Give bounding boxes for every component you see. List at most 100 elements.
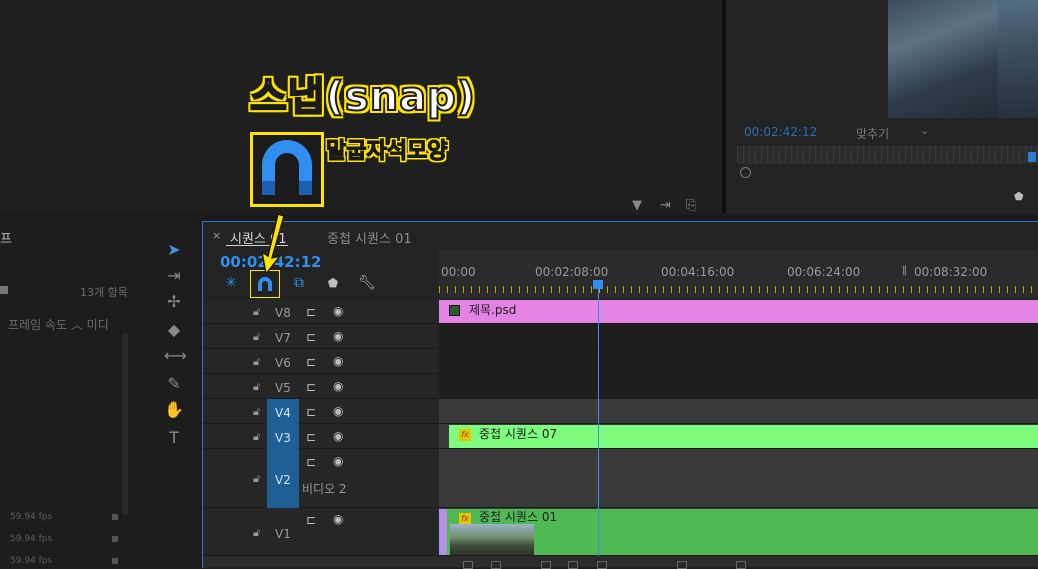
clip-label: 중첩 시퀀스 07 [479, 427, 558, 441]
fps-value: 59.94 fps [10, 534, 53, 544]
sync-lock-icon[interactable]: ⊏ [306, 305, 316, 319]
track-header-v7[interactable] [203, 324, 439, 349]
playhead-handle[interactable] [593, 280, 603, 289]
sync-lock-icon[interactable]: ⊏ [306, 455, 316, 469]
track-button[interactable] [568, 561, 578, 569]
program-playhead-marker[interactable] [1028, 152, 1036, 162]
razor-tool-icon[interactable]: ◆ [164, 320, 184, 340]
program-scrubber[interactable] [737, 146, 1038, 164]
track-header-v5[interactable] [203, 374, 439, 399]
zoom-knob[interactable] [740, 167, 751, 178]
track-name[interactable]: V5 [275, 381, 291, 395]
lock-icon[interactable]: 🔓︎ [253, 526, 260, 540]
sync-lock-icon[interactable]: ⊏ [306, 355, 316, 369]
add-marker-icon[interactable]: ⬟ [324, 276, 342, 290]
track-header-v1[interactable] [203, 508, 439, 556]
track-area-v5[interactable] [439, 374, 1038, 399]
lock-icon[interactable]: 🔓︎ [253, 305, 260, 319]
ripple-edit-tool-icon[interactable]: ✢ [164, 292, 184, 312]
wrench-icon[interactable]: 🔧︎ [358, 275, 376, 291]
hand-tool-icon[interactable]: ✋ [164, 400, 184, 420]
track-area-v2[interactable] [439, 449, 1038, 508]
track-header-v6[interactable] [203, 349, 439, 374]
filter-icon[interactable]: ▼ [632, 198, 642, 213]
linked-selection-icon[interactable]: ⧉ [290, 275, 308, 291]
magnet-icon[interactable] [256, 276, 274, 292]
column-media[interactable]: 미디 [87, 318, 109, 332]
eye-icon[interactable]: ◉ [333, 304, 343, 318]
track-select-tool-icon[interactable]: ⇥ [164, 266, 184, 286]
eye-icon[interactable]: ◉ [333, 404, 343, 418]
clip-edge[interactable] [439, 509, 447, 555]
track-area-v7[interactable] [439, 324, 1038, 349]
track-header-v2[interactable] [203, 449, 439, 508]
pen-tool-icon[interactable]: ✎ [164, 374, 184, 394]
playhead-line [598, 289, 599, 567]
bin-icon [0, 286, 8, 294]
type-tool-icon[interactable]: T [164, 428, 184, 448]
track-button[interactable] [541, 561, 551, 569]
nest-icon[interactable]: ✳ [222, 275, 240, 291]
track-name[interactable]: V6 [275, 356, 291, 370]
lock-icon[interactable]: 🔓︎ [253, 430, 260, 444]
annotation-title: 스냅(snap) [249, 73, 477, 121]
lock-icon[interactable]: 🔓︎ [253, 380, 260, 394]
eye-icon[interactable]: ◉ [333, 429, 343, 443]
project-scrollbar[interactable] [122, 334, 128, 514]
sort-ascending-icon[interactable]: ︿ [71, 318, 87, 332]
ruler-label: 00:08:32:00 [914, 265, 988, 279]
sync-lock-icon[interactable]: ⊏ [306, 330, 316, 344]
track-area-v4[interactable] [439, 399, 1038, 424]
eye-icon[interactable]: ◉ [333, 329, 343, 343]
track-name[interactable]: V7 [275, 331, 291, 345]
lock-icon[interactable]: 🔓︎ [253, 472, 260, 486]
timeline-bottom-bar[interactable] [203, 556, 1038, 567]
export-frame-icon[interactable]: ⎘ [686, 198, 696, 213]
slip-tool-icon[interactable]: ⟷ [164, 346, 187, 366]
sync-lock-icon[interactable]: ⊏ [306, 405, 316, 419]
fit-dropdown[interactable]: 맞추기 [856, 125, 889, 142]
close-icon[interactable]: × [212, 229, 221, 242]
column-header[interactable]: 프레임 속도 ︿ 미디 [8, 316, 109, 333]
track-button[interactable] [597, 561, 607, 569]
selection-tool-icon[interactable]: ➤ [164, 240, 184, 260]
sync-lock-icon[interactable]: ⊏ [306, 380, 316, 394]
tab-nested-sequence-01[interactable]: 중첩 시퀀스 01 [327, 228, 412, 247]
clip-nested-sequence-07[interactable]: fx 중첩 시퀀스 07 [449, 425, 1038, 448]
ruler-label: 00:02:08:00 [535, 265, 609, 279]
project-panel-title[interactable]: 프 [0, 228, 12, 247]
track-header-v3[interactable] [203, 424, 439, 449]
eye-icon[interactable]: ◉ [333, 512, 343, 526]
track-name[interactable]: V4 [275, 406, 291, 420]
track-area-v6[interactable] [439, 349, 1038, 374]
track-button[interactable] [491, 561, 501, 569]
lock-icon[interactable]: 🔓︎ [253, 330, 260, 344]
track-header-v8[interactable] [203, 299, 439, 324]
track-button[interactable] [677, 561, 687, 569]
eye-icon[interactable]: ◉ [333, 379, 343, 393]
track-button[interactable] [463, 561, 473, 569]
clip-nested-sequence-01[interactable]: fx 중첩 시퀀스 01 [447, 509, 1038, 555]
lock-icon[interactable]: 🔓︎ [253, 405, 260, 419]
track-label[interactable]: 비디오 2 [302, 480, 347, 497]
track-header-v4[interactable] [203, 399, 439, 424]
eye-icon[interactable]: ◉ [333, 454, 343, 468]
sync-lock-icon[interactable]: ⊏ [306, 430, 316, 444]
track-button[interactable] [736, 561, 746, 569]
fps-indicator [112, 558, 118, 564]
lock-icon[interactable]: 🔓︎ [253, 355, 260, 369]
ruler-marker-icon: ‖ [902, 265, 907, 276]
drop-icon[interactable]: ⬟ [1014, 190, 1024, 203]
ruler-ticks [439, 286, 1038, 293]
track-name[interactable]: V1 [275, 527, 291, 541]
track-name[interactable]: V8 [275, 306, 291, 320]
track-name[interactable]: V3 [275, 431, 291, 445]
insert-icon[interactable]: ⇥ [660, 198, 671, 213]
sync-lock-icon[interactable]: ⊏ [306, 513, 316, 527]
program-timecode[interactable]: 00:02:42:12 [744, 125, 817, 139]
eye-icon[interactable]: ◉ [333, 354, 343, 368]
track-name[interactable]: V2 [275, 473, 291, 487]
clip-title-psd[interactable]: 제목.psd [439, 300, 1038, 323]
chevron-down-icon[interactable]: ⌄ [920, 124, 929, 137]
column-frame-rate[interactable]: 프레임 속도 [8, 318, 67, 332]
